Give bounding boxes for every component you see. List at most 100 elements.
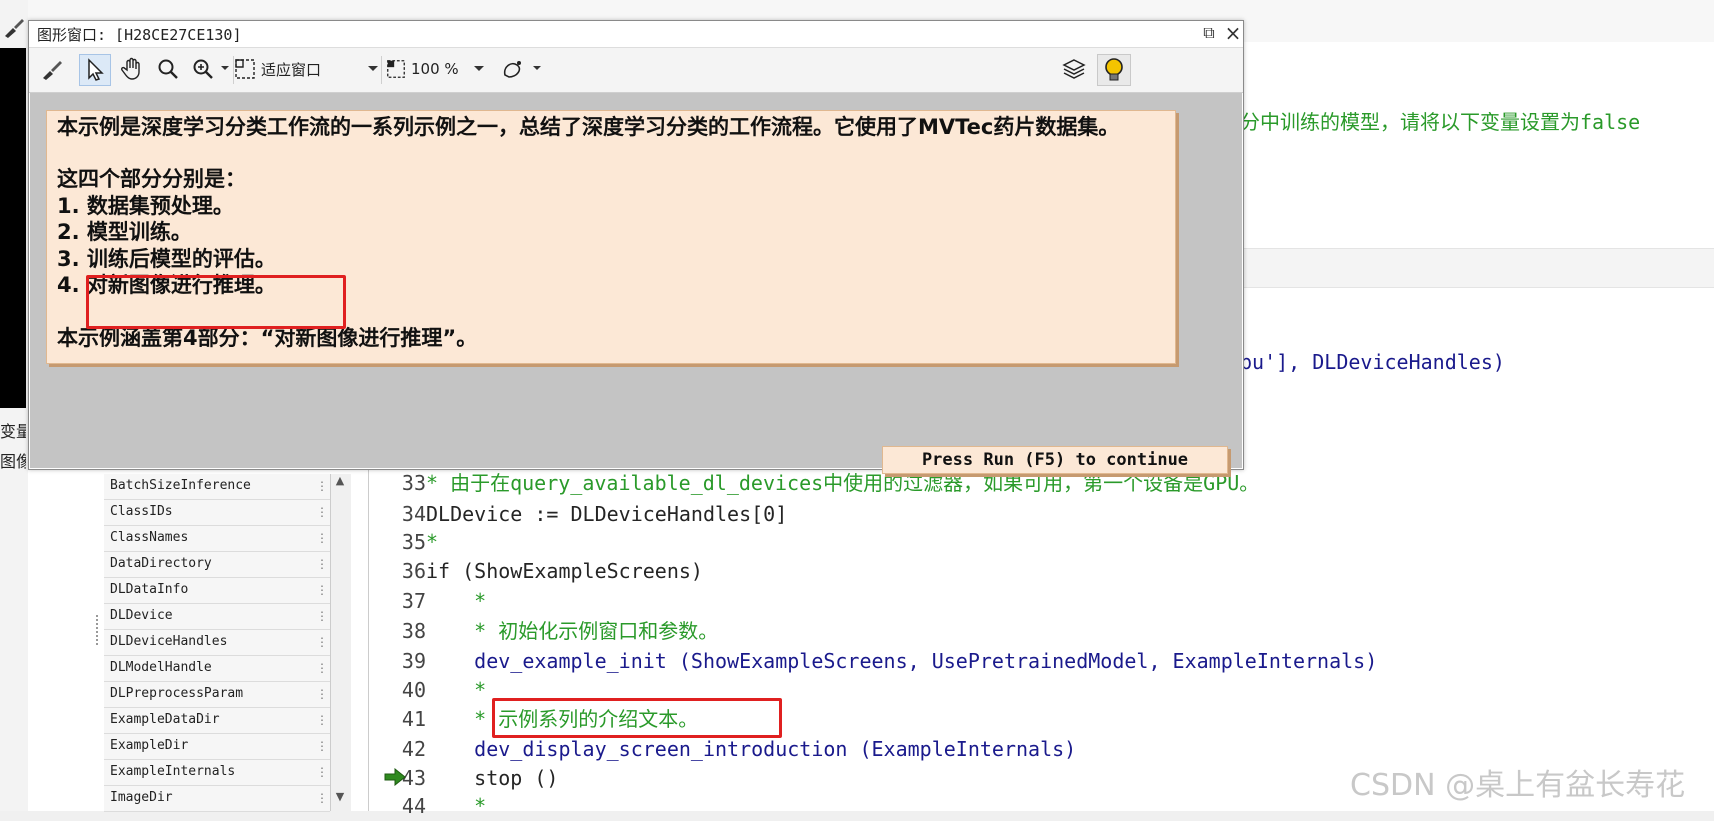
code-text: stop () [426, 766, 559, 790]
intro-line: 2. 模型训练。 [57, 220, 192, 244]
line-number: 36 [401, 559, 426, 583]
variable-list-scrollbar[interactable] [330, 474, 351, 811]
code-text: dev_display_screen_introduction (Example… [426, 737, 1077, 761]
variable-name: DLDevice [110, 608, 173, 623]
variable-name: DataDirectory [110, 556, 212, 571]
variable-row[interactable]: DLDataInfo ⋮ [104, 578, 330, 604]
variable-name: DLDataInfo [110, 582, 189, 597]
toolbar-separator [381, 56, 382, 84]
clear-brush-icon[interactable] [37, 54, 67, 84]
variable-name: ClassIDs [110, 504, 173, 519]
pointer-tool-icon[interactable] [79, 54, 111, 86]
variable-row[interactable]: ExampleInternals ⋮ [104, 760, 330, 786]
graphics-window-title: 图形窗口: [H28CE27CE130] [37, 26, 242, 44]
variable-name: ExampleDataDir [110, 712, 220, 727]
pan-hand-icon[interactable] [117, 54, 147, 84]
code-line[interactable]: 34DLDevice := DLDeviceHandles[0] [370, 499, 787, 529]
variable-name: BatchSizeInference [110, 478, 251, 493]
fit-window-icon [235, 59, 255, 79]
draw-mode-icon[interactable] [499, 54, 547, 84]
variable-name: ClassNames [110, 530, 189, 545]
variable-name: DLDeviceHandles [110, 634, 228, 649]
graphics-window-toolbar: 适应窗口 100 % [29, 47, 1243, 93]
code-line[interactable]: 35* [370, 527, 438, 557]
code-text: * [426, 678, 487, 702]
continue-prompt: Press Run (F5) to continue [882, 446, 1228, 474]
variable-name: DLModelHandle [110, 660, 212, 675]
variable-row[interactable]: ImageDir ⋮ [104, 786, 330, 812]
code-line[interactable]: 37 * [370, 586, 486, 616]
variable-row[interactable]: DLDevice ⋮ [104, 604, 330, 630]
image-preview-canvas [0, 48, 26, 408]
code-line-partial: pu'], DLDeviceHandles) [1240, 350, 1505, 374]
fit-window-label: 适应窗口 [261, 60, 322, 79]
close-icon[interactable]: × [1223, 21, 1243, 45]
variable-row[interactable]: DLModelHandle ⋮ [104, 656, 330, 682]
variable-row[interactable]: BatchSizeInference ⋮ [104, 474, 330, 500]
code-text: * [426, 589, 487, 613]
line-number: 34 [401, 502, 426, 526]
highlight-box-editor [492, 698, 782, 738]
code-text: * [426, 530, 439, 554]
variable-name: ExampleDir [110, 738, 189, 753]
line-number: 37 [401, 589, 426, 613]
zoom-in-icon[interactable] [189, 54, 233, 84]
magnifier-icon[interactable] [153, 54, 183, 84]
variable-row[interactable]: DLPreprocessParam ⋮ [104, 682, 330, 708]
line-number: 42 [401, 737, 426, 761]
code-text: if (ShowExampleScreens) [426, 559, 703, 583]
line-number: 39 [401, 649, 426, 673]
graphics-canvas[interactable]: 本示例是深度学习分类工作流的一系列示例之一，总结了深度学习分类的工作流程。它使用… [30, 93, 1242, 474]
variable-name: ExampleInternals [110, 764, 236, 779]
line-number: 44 [401, 794, 426, 818]
splitter-grip[interactable] [96, 615, 102, 645]
code-text: * 初始化示例窗口和参数。 [426, 619, 719, 643]
code-line[interactable]: 40 * [370, 675, 486, 705]
lightbulb-icon[interactable] [1097, 54, 1131, 86]
variable-name: DLPreprocessParam [110, 686, 244, 701]
code-text: * [426, 794, 487, 818]
code-line[interactable]: 36if (ShowExampleScreens) [370, 556, 703, 586]
variable-row[interactable]: DataDirectory ⋮ [104, 552, 330, 578]
highlight-box-intro [86, 275, 346, 329]
images-tab-label[interactable]: 图像 [0, 448, 26, 472]
program-counter-arrow-icon [384, 768, 406, 786]
code-line[interactable]: 44 * [370, 791, 486, 821]
code-line[interactable]: 42 dev_display_screen_introduction (Exam… [370, 734, 1076, 764]
variables-tab-label[interactable]: 变量 [0, 418, 26, 442]
code-text: * 由于在query_available_dl_devices中使用的过滤器，如… [426, 471, 1260, 495]
line-number: 33 [401, 471, 426, 495]
fit-window-dropdown-icon[interactable] [365, 54, 381, 84]
brush-icon[interactable] [2, 16, 26, 40]
zoom-level-button[interactable]: 100 % [385, 54, 465, 84]
variable-row[interactable]: ExampleDir ⋮ [104, 734, 330, 760]
scroll-down-arrow-icon[interactable]: ▼ [331, 790, 349, 806]
intro-line: 这四个部分分别是： [57, 167, 246, 191]
intro-line: 本示例是深度学习分类工作流的一系列示例之一，总结了深度学习分类的工作流程。它使用… [57, 115, 1120, 139]
line-number: 35 [401, 530, 426, 554]
fit-window-button[interactable]: 适应窗口 [233, 54, 363, 84]
zoom-level-label: 100 % [411, 60, 459, 78]
graphics-window-titlebar[interactable]: 图形窗口: [H28CE27CE130] ⧉ × [29, 21, 1243, 47]
code-line[interactable]: 38 * 初始化示例窗口和参数。 [370, 616, 718, 646]
line-number: 41 [401, 707, 426, 731]
variable-row[interactable]: ExampleDataDir ⋮ [104, 708, 330, 734]
variable-list: BatchSizeInference ⋮ ClassIDs ⋮ ClassNames… [104, 474, 330, 812]
variable-row[interactable]: ClassNames ⋮ [104, 526, 330, 552]
zoom-level-icon [387, 60, 405, 78]
code-comment-partial: 分中训练的模型，请将以下变量设置为false [1240, 110, 1641, 134]
scroll-up-arrow-icon[interactable]: ▲ [331, 474, 349, 490]
restore-window-icon[interactable]: ⧉ [1199, 23, 1219, 43]
variable-row[interactable]: ClassIDs ⋮ [104, 500, 330, 526]
code-text: DLDevice := DLDeviceHandles[0] [426, 502, 788, 526]
watermark: CSDN @桌上有盆长寿花 [1350, 768, 1686, 803]
variable-name: ImageDir [110, 790, 173, 805]
layers-icon[interactable] [1059, 54, 1089, 84]
zoom-level-dropdown-icon[interactable] [471, 54, 487, 84]
variable-row[interactable]: DLDeviceHandles ⋮ [104, 630, 330, 656]
graphics-window[interactable]: 图形窗口: [H28CE27CE130] ⧉ × 适应窗口 100 % 本示例是… [28, 20, 1244, 474]
line-number: 38 [401, 619, 426, 643]
code-line[interactable]: 39 dev_example_init (ShowExampleScreens,… [370, 646, 1377, 676]
code-text: dev_example_init (ShowExampleScreens, Us… [426, 649, 1378, 673]
line-number: 40 [401, 678, 426, 702]
